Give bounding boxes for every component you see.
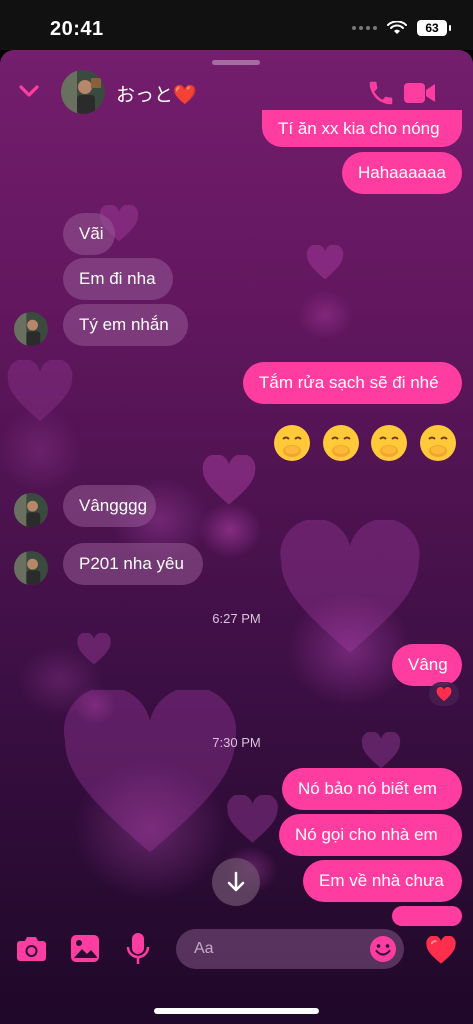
microphone-icon[interactable] (126, 932, 150, 966)
message-bubble-outgoing[interactable]: Tí ăn xx kia cho nóng (262, 110, 462, 147)
phone-icon[interactable] (366, 78, 396, 108)
sheet-grab-handle[interactable] (212, 60, 260, 65)
face-with-hand-over-mouth-icon[interactable] (369, 423, 409, 463)
message-bubble-outgoing[interactable]: Tắm rửa sạch sẽ đi nhé (243, 362, 462, 404)
avatar-photo (14, 493, 48, 527)
avatar-photo (14, 551, 48, 585)
face-with-hand-over-mouth-icon[interactable] (272, 423, 312, 463)
face-with-hand-over-mouth-icon[interactable] (418, 423, 458, 463)
camera-icon[interactable] (16, 935, 47, 962)
avatar[interactable] (14, 493, 48, 527)
message-bubble-outgoing[interactable]: Em về nhà chưa (303, 860, 462, 902)
background-heart-icon (280, 520, 420, 653)
status-time: 20:41 (50, 18, 104, 40)
heart-icon[interactable] (425, 936, 457, 965)
chat-sheet: おっと❤️ Tí ăn xx kia cho nóng Hahaaaaaa Vã… (0, 50, 473, 1024)
background-heart-icon (77, 633, 111, 665)
background-heart-icon (227, 795, 278, 843)
background-heart-icon (7, 360, 73, 422)
message-composer: Aa (0, 918, 473, 980)
message-bubble-incoming[interactable]: P201 nha yêu (63, 543, 203, 585)
contact-name[interactable]: おっと❤️ (116, 80, 197, 107)
battery-icon: 63 (417, 20, 451, 36)
face-with-hand-over-mouth-icon[interactable] (321, 423, 361, 463)
message-bubble-incoming[interactable]: Em đi nha (63, 258, 173, 300)
timestamp: 6:27 PM (212, 611, 261, 626)
home-indicator[interactable] (154, 1008, 319, 1014)
timestamp: 7:30 PM (212, 735, 261, 750)
background-heart-icon (202, 455, 256, 505)
message-bubble-outgoing[interactable]: Vâng (392, 644, 462, 686)
message-bubble-outgoing[interactable]: Nó gọi cho nhà em (279, 814, 462, 856)
avatar-photo (14, 312, 48, 346)
message-bubble-outgoing[interactable]: Hahaaaaaa (342, 152, 462, 194)
status-bar: 20:41 63 (0, 0, 473, 50)
wifi-icon (387, 21, 407, 34)
background-heart-icon (306, 245, 344, 280)
message-bubble-incoming[interactable]: Tý em nhắn (63, 304, 188, 346)
gallery-icon[interactable] (70, 934, 100, 963)
avatar[interactable] (14, 551, 48, 585)
cellular-signal-icon (352, 26, 377, 30)
avatar[interactable] (14, 312, 48, 346)
reaction-badge[interactable] (429, 682, 459, 706)
message-bubble-incoming[interactable]: Vângggg (63, 485, 156, 527)
status-icons: 63 (352, 20, 451, 36)
avatar-photo (61, 70, 105, 114)
emoji-icon[interactable] (369, 935, 397, 963)
video-camera-icon[interactable] (403, 80, 436, 106)
avatar[interactable] (61, 70, 105, 114)
message-bubble-incoming[interactable]: Vãi (63, 213, 115, 255)
background-heart-icon (63, 690, 237, 853)
heart-icon (436, 686, 452, 701)
message-bubble-outgoing[interactable]: Nó bảo nó biết em (282, 768, 462, 810)
arrow-down-icon (227, 871, 245, 892)
chevron-down-icon[interactable] (16, 78, 42, 104)
scroll-to-bottom-button[interactable] (212, 858, 260, 906)
